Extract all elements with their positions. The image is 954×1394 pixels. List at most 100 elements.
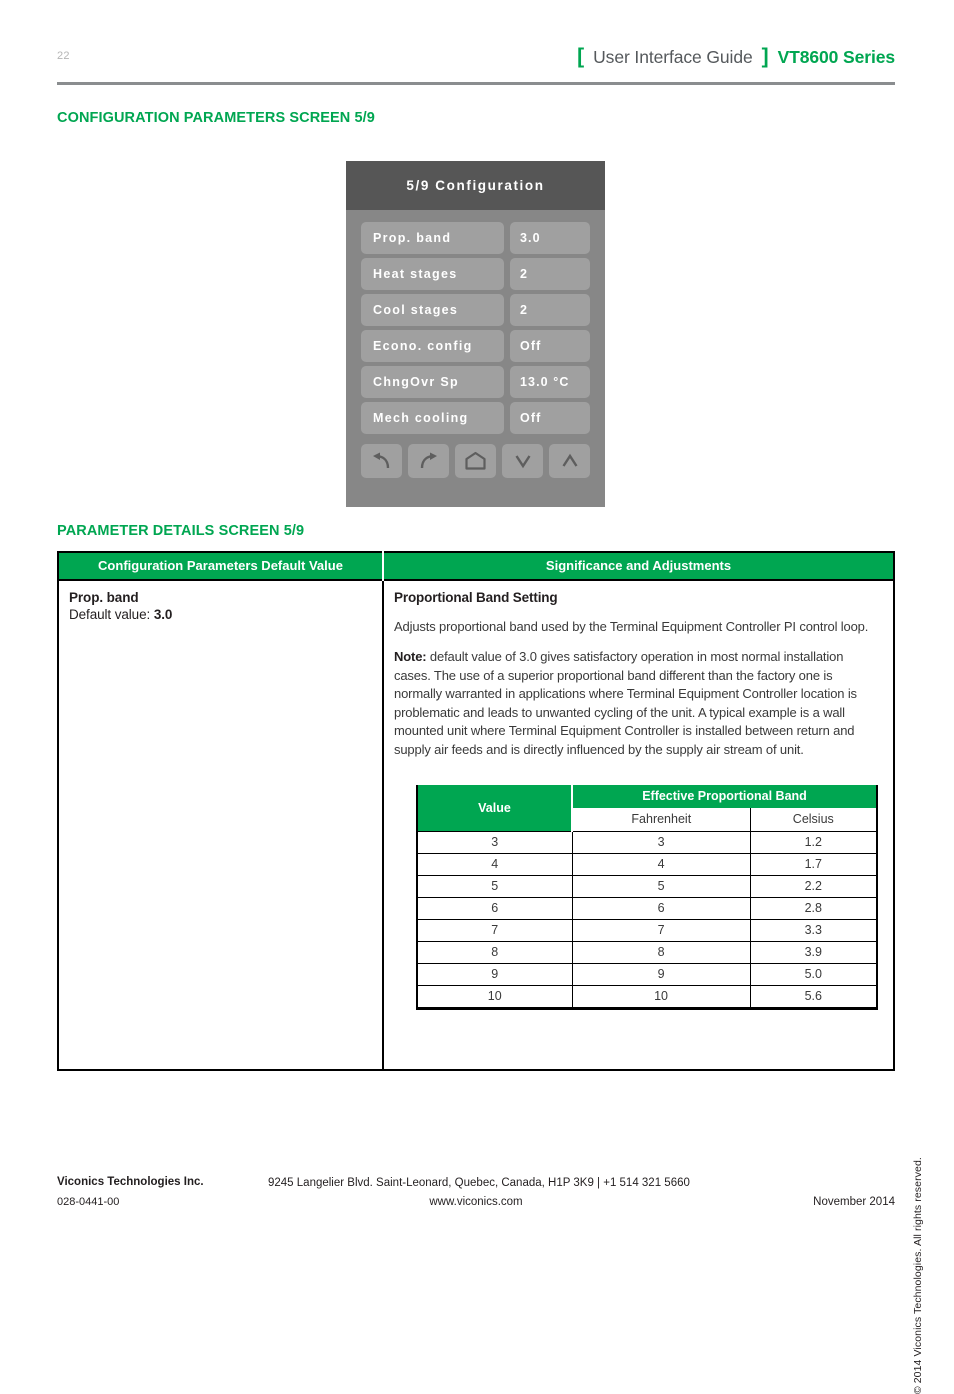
- device-row: Econo. config Off: [361, 330, 590, 362]
- device-label-prop-band[interactable]: Prop. band: [361, 222, 504, 254]
- note-text: default value of 3.0 gives satisfactory …: [394, 649, 857, 757]
- band-table-row: 10 10 5.6: [417, 985, 877, 1010]
- device-row: ChngOvr Sp 13.0 °C: [361, 366, 590, 398]
- parameter-details-heading: PARAMETER DETAILS SCREEN 5/9: [57, 523, 305, 539]
- significance-note: Note: default value of 3.0 gives satisfa…: [394, 648, 881, 759]
- device-value-prop-band[interactable]: 3.0: [510, 222, 590, 254]
- device-value-cool-stages[interactable]: 2: [510, 294, 590, 326]
- band-subheader-fahrenheit: Fahrenheit: [571, 808, 751, 833]
- device-row: Cool stages 2: [361, 294, 590, 326]
- page-footer: Viconics Technologies Inc. 028-0441-00 9…: [57, 1176, 895, 1222]
- band-value: 6: [417, 897, 573, 921]
- header-divider: [57, 82, 895, 85]
- footer-website[interactable]: www.viconics.com: [57, 1196, 895, 1208]
- cell-significance: Proportional Band Setting Adjusts propor…: [383, 579, 894, 1070]
- band-table-row: 5 5 2.2: [417, 875, 877, 899]
- guide-title: User Interface Guide: [593, 47, 753, 67]
- undo-arrow-icon: [369, 451, 394, 471]
- forward-button[interactable]: [408, 444, 449, 478]
- redo-arrow-icon: [416, 451, 441, 471]
- configuration-parameters-heading: CONFIGURATION PARAMETERS SCREEN 5/9: [57, 110, 375, 126]
- band-table-row: 3 3 1.2: [417, 831, 877, 855]
- footer-date: November 2014: [813, 1196, 895, 1208]
- band-column-header-band: Effective Proportional Band: [572, 785, 877, 809]
- vertical-copyright-notice: © 2014 Viconics Technologies. All rights…: [912, 1157, 924, 1394]
- bracket-open-icon: [: [577, 45, 585, 68]
- band-value: 4: [417, 853, 573, 877]
- default-value-number: 3.0: [153, 607, 173, 622]
- device-navigation-bar: [346, 444, 605, 478]
- home-button[interactable]: [455, 444, 496, 478]
- device-row: Prop. band 3.0: [361, 222, 590, 254]
- band-subheader-celsius: Celsius: [749, 808, 877, 833]
- device-row: Heat stages 2: [361, 258, 590, 290]
- band-value: 5: [417, 875, 573, 899]
- band-celsius: 3.3: [749, 919, 877, 943]
- band-fahrenheit: 10: [571, 985, 751, 1010]
- device-value-econo-config[interactable]: Off: [510, 330, 590, 362]
- cell-parameter-default: Prop. band Default value: 3.0: [58, 579, 384, 1070]
- footer-company-name: Viconics Technologies Inc.: [57, 1176, 204, 1188]
- device-value-heat-stages[interactable]: 2: [510, 258, 590, 290]
- table-row: Prop. band Default value: 3.0 Proportion…: [58, 579, 894, 1070]
- band-celsius: 2.2: [749, 875, 877, 899]
- up-button[interactable]: [549, 444, 590, 478]
- band-celsius: 5.6: [749, 985, 877, 1010]
- band-table-header-row: Value Effective Proportional Band: [417, 785, 877, 832]
- back-button[interactable]: [361, 444, 402, 478]
- band-value: 10: [417, 985, 573, 1010]
- parameter-name: Prop. band: [69, 590, 139, 605]
- column-header-significance: Significance and Adjustments: [383, 552, 894, 580]
- band-fahrenheit: 3: [571, 831, 751, 855]
- device-label-econo-config[interactable]: Econo. config: [361, 330, 504, 362]
- device-screen-title: 5/9 Configuration: [406, 178, 545, 193]
- effective-proportional-band-table: Value Effective Proportional Band Fahren…: [416, 785, 878, 1011]
- band-celsius: 3.9: [749, 941, 877, 965]
- band-fahrenheit: 9: [571, 963, 751, 987]
- device-label-chngovr-sp[interactable]: ChngOvr Sp: [361, 366, 504, 398]
- down-button[interactable]: [502, 444, 543, 478]
- series-title: VT8600 Series: [777, 47, 896, 67]
- band-celsius: 2.8: [749, 897, 877, 921]
- significance-paragraph-1: Adjusts proportional band used by the Te…: [394, 619, 869, 634]
- band-value: 7: [417, 919, 573, 943]
- band-value: 3: [417, 831, 573, 855]
- device-parameter-list: Prop. band 3.0 Heat stages 2 Cool stages…: [346, 210, 605, 434]
- device-value-mech-cooling[interactable]: Off: [510, 402, 590, 434]
- device-screen-mockup: 5/9 Configuration Prop. band 3.0 Heat st…: [346, 161, 605, 507]
- band-table-row: 8 8 3.9: [417, 941, 877, 965]
- band-fahrenheit: 5: [571, 875, 751, 899]
- band-table-row: 4 4 1.7: [417, 853, 877, 877]
- band-column-header-value: Value: [417, 785, 573, 832]
- band-table-row: 9 9 5.0: [417, 963, 877, 987]
- band-fahrenheit: 8: [571, 941, 751, 965]
- significance-title: Proportional Band Setting: [394, 590, 558, 605]
- device-label-mech-cooling[interactable]: Mech cooling: [361, 402, 504, 434]
- parameter-default-value: Default value: 3.0: [69, 607, 370, 622]
- device-titlebar: 5/9 Configuration: [346, 161, 605, 210]
- band-table-row: 7 7 3.3: [417, 919, 877, 943]
- band-value: 8: [417, 941, 573, 965]
- table-header-row: Configuration Parameters Default Value S…: [58, 552, 894, 580]
- device-row: Mech cooling Off: [361, 402, 590, 434]
- footer-address: 9245 Langelier Blvd. Saint-Leonard, Queb…: [268, 1177, 690, 1189]
- band-table-row: 6 6 2.8: [417, 897, 877, 921]
- page-header: 22 [ User Interface Guide ] VT8600 Serie…: [57, 46, 895, 80]
- home-icon: [464, 451, 487, 471]
- page-number: 22: [57, 50, 70, 62]
- device-label-cool-stages[interactable]: Cool stages: [361, 294, 504, 326]
- band-celsius: 5.0: [749, 963, 877, 987]
- device-value-chngovr-sp[interactable]: 13.0 °C: [510, 366, 590, 398]
- default-value-label: Default value:: [69, 607, 154, 622]
- band-celsius: 1.2: [749, 831, 877, 855]
- band-fahrenheit: 6: [571, 897, 751, 921]
- band-fahrenheit: 7: [571, 919, 751, 943]
- header-title-group: [ User Interface Guide ] VT8600 Series: [577, 46, 895, 68]
- chevron-down-icon: [513, 451, 533, 471]
- bracket-close-icon: ]: [761, 45, 769, 68]
- band-value: 9: [417, 963, 573, 987]
- device-label-heat-stages[interactable]: Heat stages: [361, 258, 504, 290]
- parameter-details-table: Configuration Parameters Default Value S…: [57, 551, 895, 1071]
- note-label: Note:: [394, 649, 427, 665]
- band-fahrenheit: 4: [571, 853, 751, 877]
